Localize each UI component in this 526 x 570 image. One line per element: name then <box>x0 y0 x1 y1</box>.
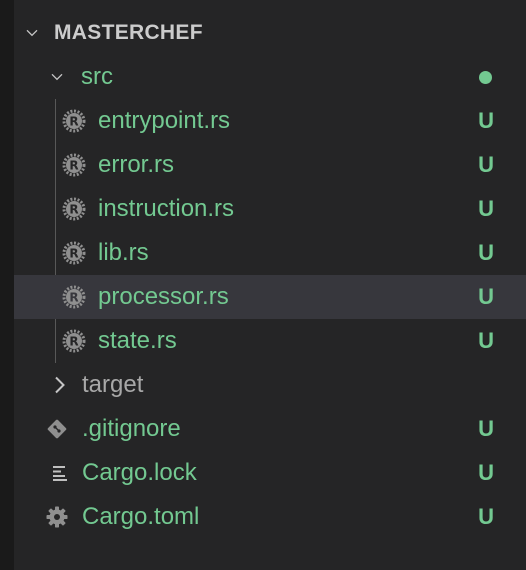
chevron-down-icon[interactable] <box>51 71 63 83</box>
chevron-down-icon[interactable] <box>26 27 38 39</box>
explorer-root-row[interactable]: MASTERCHEF <box>14 11 526 55</box>
git-icon <box>44 416 70 442</box>
file-instruction-rs[interactable]: R instruction.rs U <box>14 187 526 231</box>
rust-icon: R <box>61 328 87 354</box>
rust-icon: R <box>61 284 87 310</box>
svg-text:R: R <box>69 335 78 349</box>
file-label: processor.rs <box>98 283 229 310</box>
file-label: .gitignore <box>82 415 181 442</box>
folder-src[interactable]: src <box>14 55 526 99</box>
rust-icon: R <box>61 108 87 134</box>
untracked-badge: U <box>478 328 494 353</box>
svg-text:R: R <box>69 247 78 261</box>
file-label: instruction.rs <box>98 195 235 222</box>
untracked-badge: U <box>478 416 494 441</box>
file-label: entrypoint.rs <box>98 107 231 134</box>
svg-text:R: R <box>69 291 78 305</box>
untracked-badge: U <box>478 240 494 265</box>
folder-src-label: src <box>81 63 113 90</box>
folder-target[interactable]: target <box>14 363 526 407</box>
untracked-badge: U <box>478 460 494 485</box>
gear-icon <box>44 504 70 530</box>
file-cargo-toml[interactable]: Cargo.toml U <box>14 495 526 539</box>
lines-icon <box>47 460 73 486</box>
file-processor-rs[interactable]: R processor.rs U <box>14 275 526 319</box>
file-cargo-lock[interactable]: Cargo.lock U <box>14 451 526 495</box>
file-explorer: MASTERCHEF src R entrypoint.rs U R error… <box>14 0 526 570</box>
chevron-right-icon[interactable] <box>54 376 66 394</box>
file-error-rs[interactable]: R error.rs U <box>14 143 526 187</box>
svg-text:R: R <box>69 203 78 217</box>
file-label: Cargo.toml <box>82 503 200 530</box>
untracked-badge: U <box>478 504 494 529</box>
file-lib-rs[interactable]: R lib.rs U <box>14 231 526 275</box>
modified-dot-icon <box>479 70 492 84</box>
file-label: Cargo.lock <box>82 459 197 486</box>
file-entrypoint-rs[interactable]: R entrypoint.rs U <box>14 99 526 143</box>
rust-icon: R <box>61 240 87 266</box>
explorer-root-label: MASTERCHEF <box>54 21 203 44</box>
untracked-badge: U <box>478 152 494 177</box>
rust-icon: R <box>61 196 87 222</box>
file-state-rs[interactable]: R state.rs U <box>14 319 526 363</box>
svg-text:R: R <box>69 159 78 173</box>
file-label: state.rs <box>98 327 177 354</box>
file-label: error.rs <box>98 151 175 178</box>
untracked-badge: U <box>478 284 494 309</box>
folder-target-label: target <box>82 371 144 398</box>
file-label: lib.rs <box>98 239 149 266</box>
svg-text:R: R <box>69 115 78 129</box>
untracked-badge: U <box>478 108 494 133</box>
file-gitignore[interactable]: .gitignore U <box>14 407 526 451</box>
rust-icon: R <box>61 152 87 178</box>
untracked-badge: U <box>478 196 494 221</box>
